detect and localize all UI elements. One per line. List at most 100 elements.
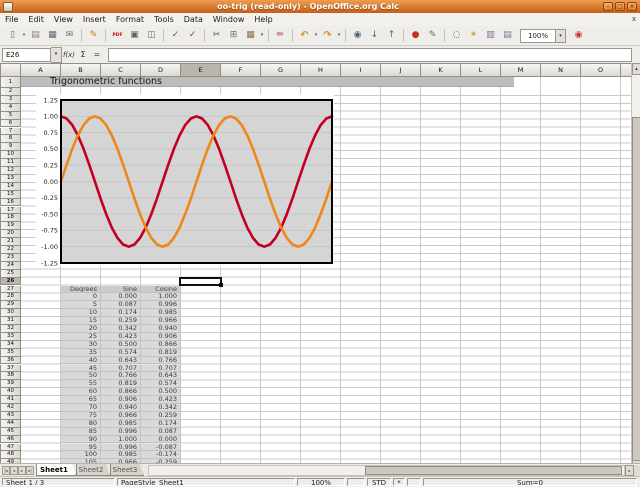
sum-button[interactable]: Σ <box>76 50 90 59</box>
data-cell[interactable]: 0.643 <box>141 372 181 380</box>
data-cell[interactable]: 10 <box>61 309 101 317</box>
data-cell[interactable]: 0.996 <box>141 301 181 309</box>
row-header-24[interactable]: 24 <box>0 262 21 270</box>
column-header-O[interactable]: O <box>581 63 621 77</box>
data-cell[interactable]: 0.906 <box>101 396 141 404</box>
select-all-corner[interactable] <box>0 63 21 77</box>
row-header-21[interactable]: 21 <box>0 238 21 246</box>
data-cell[interactable]: 15 <box>61 317 101 325</box>
data-cell[interactable]: 0.906 <box>141 333 181 341</box>
new-document-dropdown-icon[interactable]: ▾ <box>21 28 27 43</box>
column-header-D[interactable]: D <box>141 63 181 77</box>
data-cell[interactable]: -0.087 <box>141 444 181 452</box>
menu-format[interactable]: Format <box>111 13 149 26</box>
data-cell[interactable]: 80 <box>61 420 101 428</box>
data-cell[interactable]: 45 <box>61 365 101 373</box>
data-cell[interactable]: 95 <box>61 444 101 452</box>
row-header-9[interactable]: 9 <box>0 143 21 151</box>
data-cell[interactable]: 0.342 <box>101 325 141 333</box>
paste-dropdown-icon[interactable]: ▾ <box>259 28 265 43</box>
row-header-33[interactable]: 33 <box>0 333 21 341</box>
row-header-12[interactable]: 12 <box>0 167 21 175</box>
column-header-M[interactable]: M <box>501 63 541 77</box>
row-header-48[interactable]: 48 <box>0 451 21 459</box>
column-header-J[interactable]: J <box>381 63 421 77</box>
data-cell[interactable]: 40 <box>61 357 101 365</box>
maximize-button[interactable]: □ <box>615 2 625 11</box>
data-cell[interactable]: 0.574 <box>101 349 141 357</box>
row-header-22[interactable]: 22 <box>0 246 21 254</box>
title-cell[interactable]: Trigonometric functions <box>21 77 514 87</box>
name-box-dropdown-icon[interactable]: ▾ <box>51 47 62 63</box>
column-header-I[interactable]: I <box>341 63 381 77</box>
chart-object[interactable]: 1.251.000.750.500.250.00-0.25-0.50-0.75-… <box>36 94 334 266</box>
data-cell[interactable]: 0.985 <box>101 420 141 428</box>
header-cell-sine[interactable]: Sine <box>101 286 141 294</box>
sheet-tab-sheet3[interactable]: Sheet3 <box>110 464 144 476</box>
data-cell[interactable]: 0.866 <box>141 341 181 349</box>
row-header-28[interactable]: 28 <box>0 293 21 301</box>
data-cell[interactable]: 50 <box>61 372 101 380</box>
redo-dropdown-icon[interactable]: ▾ <box>336 28 342 43</box>
row-header-1[interactable]: 1 <box>0 77 21 88</box>
row-header-35[interactable]: 35 <box>0 349 21 357</box>
undo-dropdown-icon[interactable]: ▾ <box>313 28 319 43</box>
data-cell[interactable]: 55 <box>61 380 101 388</box>
email-icon[interactable]: ✉ <box>62 28 77 43</box>
row-header-5[interactable]: 5 <box>0 112 21 120</box>
column-header-H[interactable]: H <box>301 63 341 77</box>
column-header-C[interactable]: C <box>101 63 141 77</box>
row-header-17[interactable]: 17 <box>0 207 21 215</box>
function-wizard-button[interactable]: f(x) <box>62 51 76 59</box>
row-header-40[interactable]: 40 <box>0 388 21 396</box>
data-cell[interactable]: 0.259 <box>141 412 181 420</box>
row-header-47[interactable]: 47 <box>0 444 21 452</box>
column-header-N[interactable]: N <box>541 63 581 77</box>
row-header-39[interactable]: 39 <box>0 380 21 388</box>
status-zoom[interactable]: 100% <box>297 478 345 486</box>
export-pdf-icon[interactable]: PDF <box>110 28 125 43</box>
data-cell[interactable]: 0.643 <box>101 357 141 365</box>
data-cell[interactable]: 0.819 <box>141 349 181 357</box>
new-document-icon[interactable]: ▯ <box>5 28 20 43</box>
column-header-F[interactable]: F <box>221 63 261 77</box>
row-header-10[interactable]: 10 <box>0 151 21 159</box>
scroll-right-icon[interactable]: ▸ <box>625 465 634 476</box>
data-cell[interactable]: 100 <box>61 451 101 459</box>
data-cell[interactable]: 0.087 <box>101 301 141 309</box>
menu-tools[interactable]: Tools <box>149 13 179 26</box>
row-header-16[interactable]: 16 <box>0 199 21 207</box>
data-cell[interactable]: 5 <box>61 301 101 309</box>
sheet-tab-sheet1[interactable]: Sheet1 <box>36 464 76 476</box>
data-cell[interactable]: 0.259 <box>101 317 141 325</box>
row-header-18[interactable]: 18 <box>0 214 21 222</box>
data-cell[interactable]: 20 <box>61 325 101 333</box>
help-icon[interactable]: ◉ <box>571 28 586 43</box>
status-selection-mode[interactable]: STD <box>367 478 391 486</box>
data-cell[interactable]: 60 <box>61 388 101 396</box>
data-cell[interactable]: 0.342 <box>141 404 181 412</box>
data-cell[interactable]: 0.966 <box>101 412 141 420</box>
tab-nav-prev-icon[interactable]: ◂ <box>10 466 18 475</box>
row-header-3[interactable]: 3 <box>0 96 21 104</box>
data-cell[interactable]: 0.766 <box>141 357 181 365</box>
row-header-43[interactable]: 43 <box>0 412 21 420</box>
insert-chart-icon[interactable]: ● <box>408 28 423 43</box>
data-cell[interactable]: 0.500 <box>141 388 181 396</box>
undo-icon[interactable]: ↶ <box>297 28 312 43</box>
sort-descending-icon[interactable]: ↑ <box>384 28 399 43</box>
data-cell[interactable]: 0.174 <box>101 309 141 317</box>
hyperlink-icon[interactable]: ◉ <box>350 28 365 43</box>
formula-input[interactable] <box>108 48 632 62</box>
header-cell-degrees[interactable]: Degrees <box>61 286 101 294</box>
row-header-38[interactable]: 38 <box>0 372 21 380</box>
column-header-K[interactable]: K <box>421 63 461 77</box>
find-replace-icon[interactable]: ◌ <box>449 28 464 43</box>
vertical-scrollbar[interactable]: ▴ ▾ <box>631 63 640 473</box>
data-cell[interactable]: 0.174 <box>141 420 181 428</box>
row-header-46[interactable]: 46 <box>0 436 21 444</box>
row-header-41[interactable]: 41 <box>0 396 21 404</box>
sort-ascending-icon[interactable]: ↓ <box>367 28 382 43</box>
sheet-tab-sheet2[interactable]: Sheet2 <box>76 464 110 476</box>
data-cell[interactable]: 65 <box>61 396 101 404</box>
